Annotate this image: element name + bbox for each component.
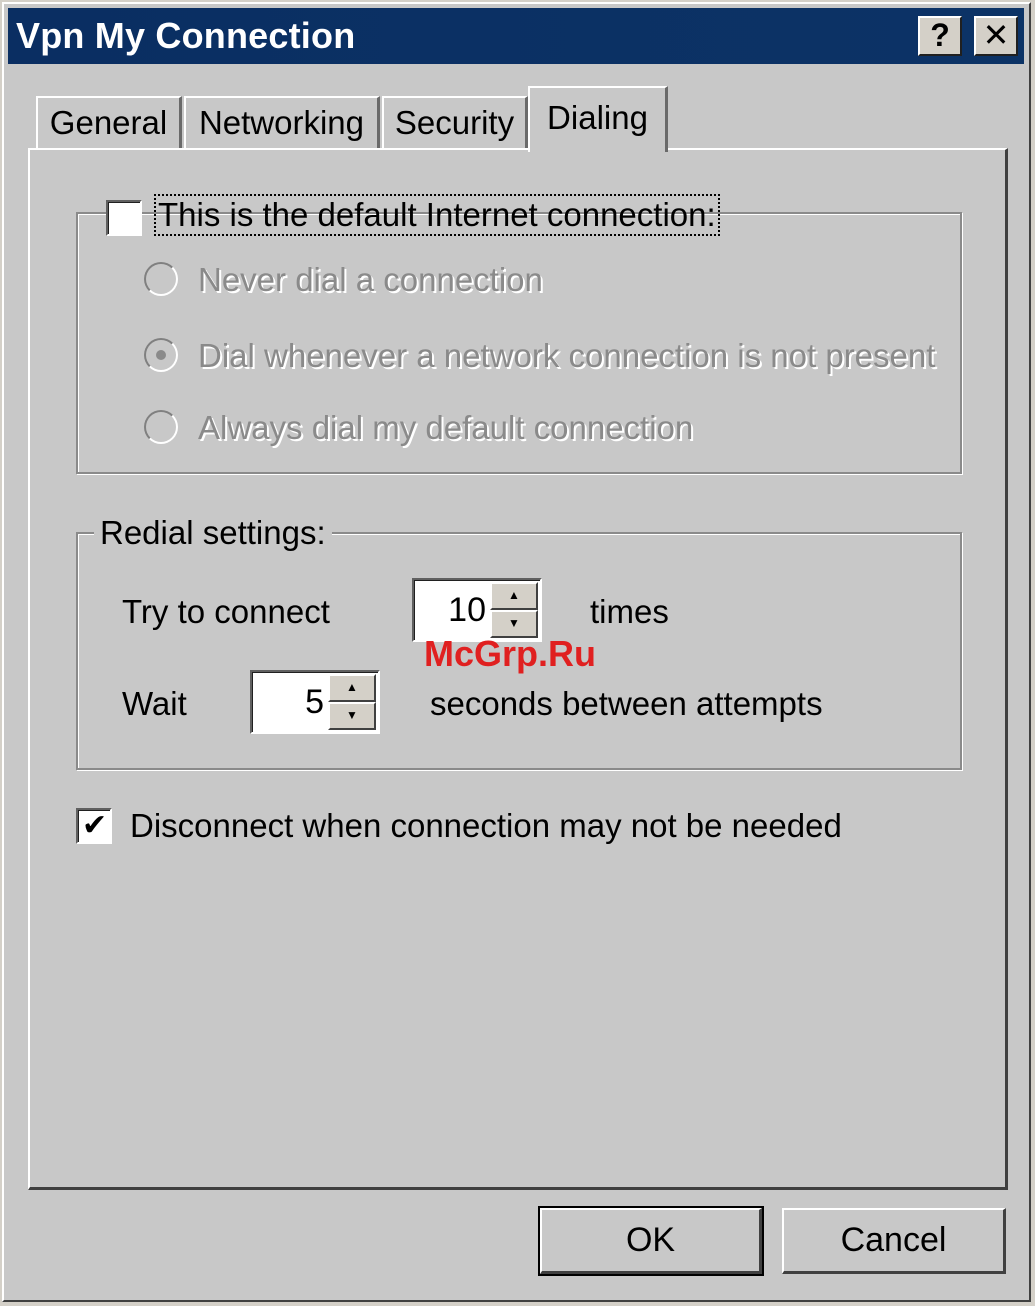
radio-dial-whenever-label: Dial whenever a network connection is no… xyxy=(198,337,936,374)
window-title: Vpn My Connection xyxy=(16,15,356,56)
dialog-root: Vpn My Connection ? ✕ General Networking… xyxy=(0,0,1035,1306)
seconds-between-label: seconds between attempts xyxy=(430,685,823,722)
tab-general-label: General xyxy=(49,104,168,141)
tab-networking-label: Networking xyxy=(198,104,365,141)
title-bar[interactable]: Vpn My Connection ? ✕ xyxy=(8,8,1024,64)
try-to-connect-label: Try to connect xyxy=(122,593,330,630)
wait-seconds-spin-buttons: ▲ ▼ xyxy=(328,674,376,730)
try-count-spin-buttons: ▲ ▼ xyxy=(490,582,538,638)
disconnect-label: Disconnect when connection may not be ne… xyxy=(130,807,842,844)
ok-button[interactable]: OK xyxy=(538,1206,764,1276)
checkmark-icon: ✔ xyxy=(82,809,108,842)
tab-dialing-label: Dialing xyxy=(547,99,648,136)
radio-always-dial-circle[interactable] xyxy=(144,410,178,444)
watermark-text: McGrp.Ru xyxy=(424,633,597,674)
try-count-up-button[interactable]: ▲ xyxy=(490,582,538,610)
radio-dial-whenever-circle[interactable] xyxy=(144,338,178,372)
wait-seconds-up-button[interactable]: ▲ xyxy=(328,674,376,702)
disconnect-checkbox[interactable]: ✔ xyxy=(76,808,112,844)
wait-seconds-spinner[interactable]: 5 ▲ ▼ xyxy=(250,670,380,734)
tab-general[interactable]: General xyxy=(36,96,182,150)
radio-never-dial-circle[interactable] xyxy=(144,262,178,296)
tab-networking[interactable]: Networking xyxy=(184,96,380,150)
help-button[interactable]: ? xyxy=(918,16,962,56)
redial-settings-title: Redial settings: xyxy=(94,514,332,552)
radio-never-dial-label: Never dial a connection xyxy=(198,261,543,298)
wait-seconds-down-button[interactable]: ▼ xyxy=(328,702,376,730)
tab-security[interactable]: Security xyxy=(382,96,528,150)
tab-dialing[interactable]: Dialing xyxy=(528,86,668,152)
radio-selected-dot xyxy=(156,350,166,360)
close-button[interactable]: ✕ xyxy=(974,16,1018,56)
default-connection-checkbox[interactable] xyxy=(106,200,142,236)
times-label: times xyxy=(590,593,669,630)
tab-security-label: Security xyxy=(394,104,515,141)
try-count-value: 10 xyxy=(448,591,486,629)
radio-always-dial-label: Always dial my default connection xyxy=(198,409,694,446)
wait-label: Wait xyxy=(122,685,187,722)
default-connection-label: This is the default Internet connection: xyxy=(154,194,720,236)
cancel-button[interactable]: Cancel xyxy=(782,1208,1006,1274)
wait-seconds-value: 5 xyxy=(305,683,324,721)
